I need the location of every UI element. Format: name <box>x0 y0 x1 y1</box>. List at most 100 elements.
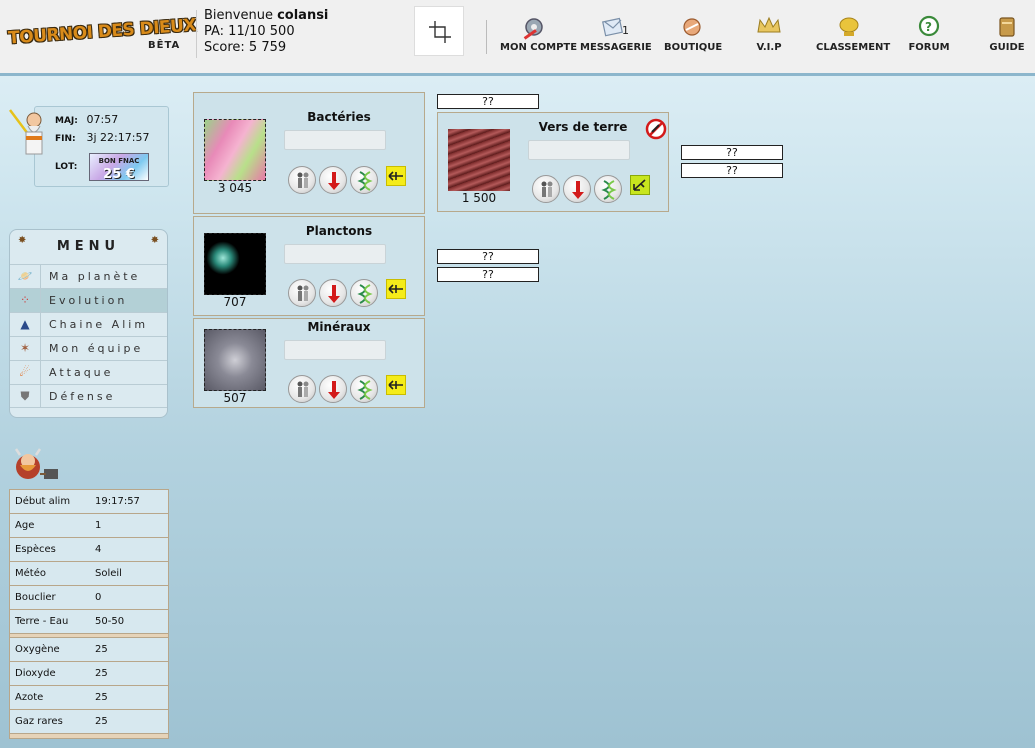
stat-row: Bouclier 0 <box>10 586 168 610</box>
stat-separator <box>10 734 168 738</box>
earthworm-image[interactable] <box>448 129 510 191</box>
progress-bar <box>528 140 630 160</box>
stat-value: Soleil <box>95 568 122 579</box>
decrease-button[interactable] <box>319 279 347 307</box>
timer-panel: MAJ: 07:57 FIN: 3j 22:17:57 LOT: BON FNA… <box>34 106 169 187</box>
menu-item-evolution[interactable]: ⁘ Evolution <box>10 288 167 312</box>
nav-guide[interactable]: GUIDE <box>988 14 1026 60</box>
pa-value: PA: 11/10 500 <box>204 24 295 39</box>
evolve-arrow-button[interactable] <box>630 175 650 195</box>
species-card-planctons: 707 Planctons <box>193 216 425 316</box>
nav-boutique[interactable]: BOUTIQUE <box>664 14 723 60</box>
stat-key: Espèces <box>15 544 56 555</box>
svg-text:?: ? <box>925 20 932 34</box>
menu-item-label: Chaine Alim <box>49 318 149 331</box>
stat-row: Météo Soleil <box>10 562 168 586</box>
lot-top-label: BON FNAC <box>98 157 140 165</box>
stat-value: 50-50 <box>95 616 125 627</box>
unknown-species-slot[interactable]: ?? <box>437 249 539 264</box>
username: colansi <box>277 8 329 23</box>
stat-row: Espèces 4 <box>10 538 168 562</box>
species-count: 1 500 <box>461 191 497 205</box>
diagonal-arrow-icon <box>633 179 646 191</box>
reproduce-button[interactable] <box>288 375 316 403</box>
nav-label: BOUTIQUE <box>664 42 723 53</box>
shop-icon <box>683 18 701 36</box>
progress-bar <box>284 130 386 150</box>
dna-button[interactable] <box>594 175 622 203</box>
unknown-species-slot[interactable]: ?? <box>681 163 783 178</box>
stat-key: Bouclier <box>15 592 56 603</box>
stat-row: Terre - Eau 50-50 <box>10 610 168 634</box>
no-attack-icon <box>645 118 667 140</box>
menu-item-defense[interactable]: ⛊ Défense <box>10 384 167 408</box>
lot-row: LOT: <box>55 159 83 172</box>
menu-item-label: Défense <box>49 390 116 403</box>
stat-row: Age 1 <box>10 514 168 538</box>
species-card-vers-de-terre: 1 500 Vers de terre <box>437 112 669 212</box>
decrease-button[interactable] <box>563 175 591 203</box>
plankton-image[interactable] <box>204 233 266 295</box>
species-name: Planctons <box>305 224 373 238</box>
planet-icon: 🪐 <box>10 265 41 288</box>
reproduce-button[interactable] <box>288 279 316 307</box>
tools-icon <box>523 18 543 40</box>
maj-value: 07:57 <box>86 113 119 126</box>
menu-ornament-icon: ✸ <box>18 235 27 246</box>
stat-key: Début alim <box>15 496 71 507</box>
stat-value: 19:17:57 <box>95 496 140 507</box>
reproduce-button[interactable] <box>288 166 316 194</box>
species-name: Minéraux <box>307 320 371 334</box>
menu-item-chaine-alim[interactable]: ▲ Chaine Alim <box>10 312 167 336</box>
decrease-button[interactable] <box>319 166 347 194</box>
stat-row: Azote 25 <box>10 686 168 710</box>
menu-item-label: Mon équipe <box>49 342 144 355</box>
top-header: TOURNOI DES DIEUX BÊTA Bienvenue colansi… <box>0 0 1035 76</box>
menu-item-ma-planete[interactable]: 🪐 Ma planète <box>10 264 167 288</box>
nav-forum[interactable]: ? FORUM <box>908 14 950 60</box>
lot-label: LOT: <box>55 162 78 172</box>
arrow-left-icon <box>388 380 403 390</box>
dna-icon <box>601 180 617 200</box>
team-icon: ✶ <box>10 337 41 360</box>
lot-prize-image[interactable]: BON FNAC 25 € <box>89 153 149 182</box>
dna-icon <box>357 380 373 400</box>
nav-vip[interactable]: V.I.P <box>746 14 792 60</box>
stat-value: 25 <box>95 668 108 679</box>
dna-button[interactable] <box>350 279 378 307</box>
selection-preview[interactable] <box>414 6 464 56</box>
menu-title: ✸ MENU ✸ <box>10 230 167 264</box>
attack-arrow-button[interactable] <box>386 375 406 395</box>
unknown-species-slot[interactable]: ?? <box>437 267 539 282</box>
welcome-block: Bienvenue colansi PA: 11/10 500 Score: 5… <box>204 8 328 56</box>
menu-item-attaque[interactable]: ☄ Attaque <box>10 360 167 384</box>
nav-mon-compte[interactable]: MON COMPTE <box>500 14 577 60</box>
minerals-image[interactable] <box>204 329 266 391</box>
nav-messagerie[interactable]: 1 MESSAGERIE <box>580 14 652 60</box>
unknown-species-slot[interactable]: ?? <box>437 94 539 109</box>
arrow-left-icon <box>388 171 403 181</box>
stat-key: Oxygène <box>15 644 60 655</box>
decrease-button[interactable] <box>319 375 347 403</box>
dna-icon <box>357 284 373 304</box>
unknown-species-slot[interactable]: ?? <box>681 145 783 160</box>
menu-item-mon-equipe[interactable]: ✶ Mon équipe <box>10 336 167 360</box>
dna-button[interactable] <box>350 166 378 194</box>
fin-value: 3j 22:17:57 <box>86 131 150 144</box>
stat-key: Dioxyde <box>15 668 56 679</box>
bacteria-image[interactable] <box>204 119 266 181</box>
game-logo[interactable]: TOURNOI DES DIEUX BÊTA <box>8 14 197 58</box>
dna-button[interactable] <box>350 375 378 403</box>
attack-arrow-button[interactable] <box>386 279 406 299</box>
reproduce-button[interactable] <box>532 175 560 203</box>
stat-value: 25 <box>95 716 108 727</box>
nav-classement[interactable]: CLASSEMENT <box>816 14 890 60</box>
stat-key: Azote <box>15 692 44 703</box>
attack-arrow-button[interactable] <box>386 166 406 186</box>
nav-label: FORUM <box>908 42 950 53</box>
stat-row: Dioxyde 25 <box>10 662 168 686</box>
stat-row: Gaz rares 25 <box>10 710 168 734</box>
nav-divider <box>486 20 487 54</box>
progress-bar <box>284 340 386 360</box>
book-icon <box>999 17 1015 37</box>
